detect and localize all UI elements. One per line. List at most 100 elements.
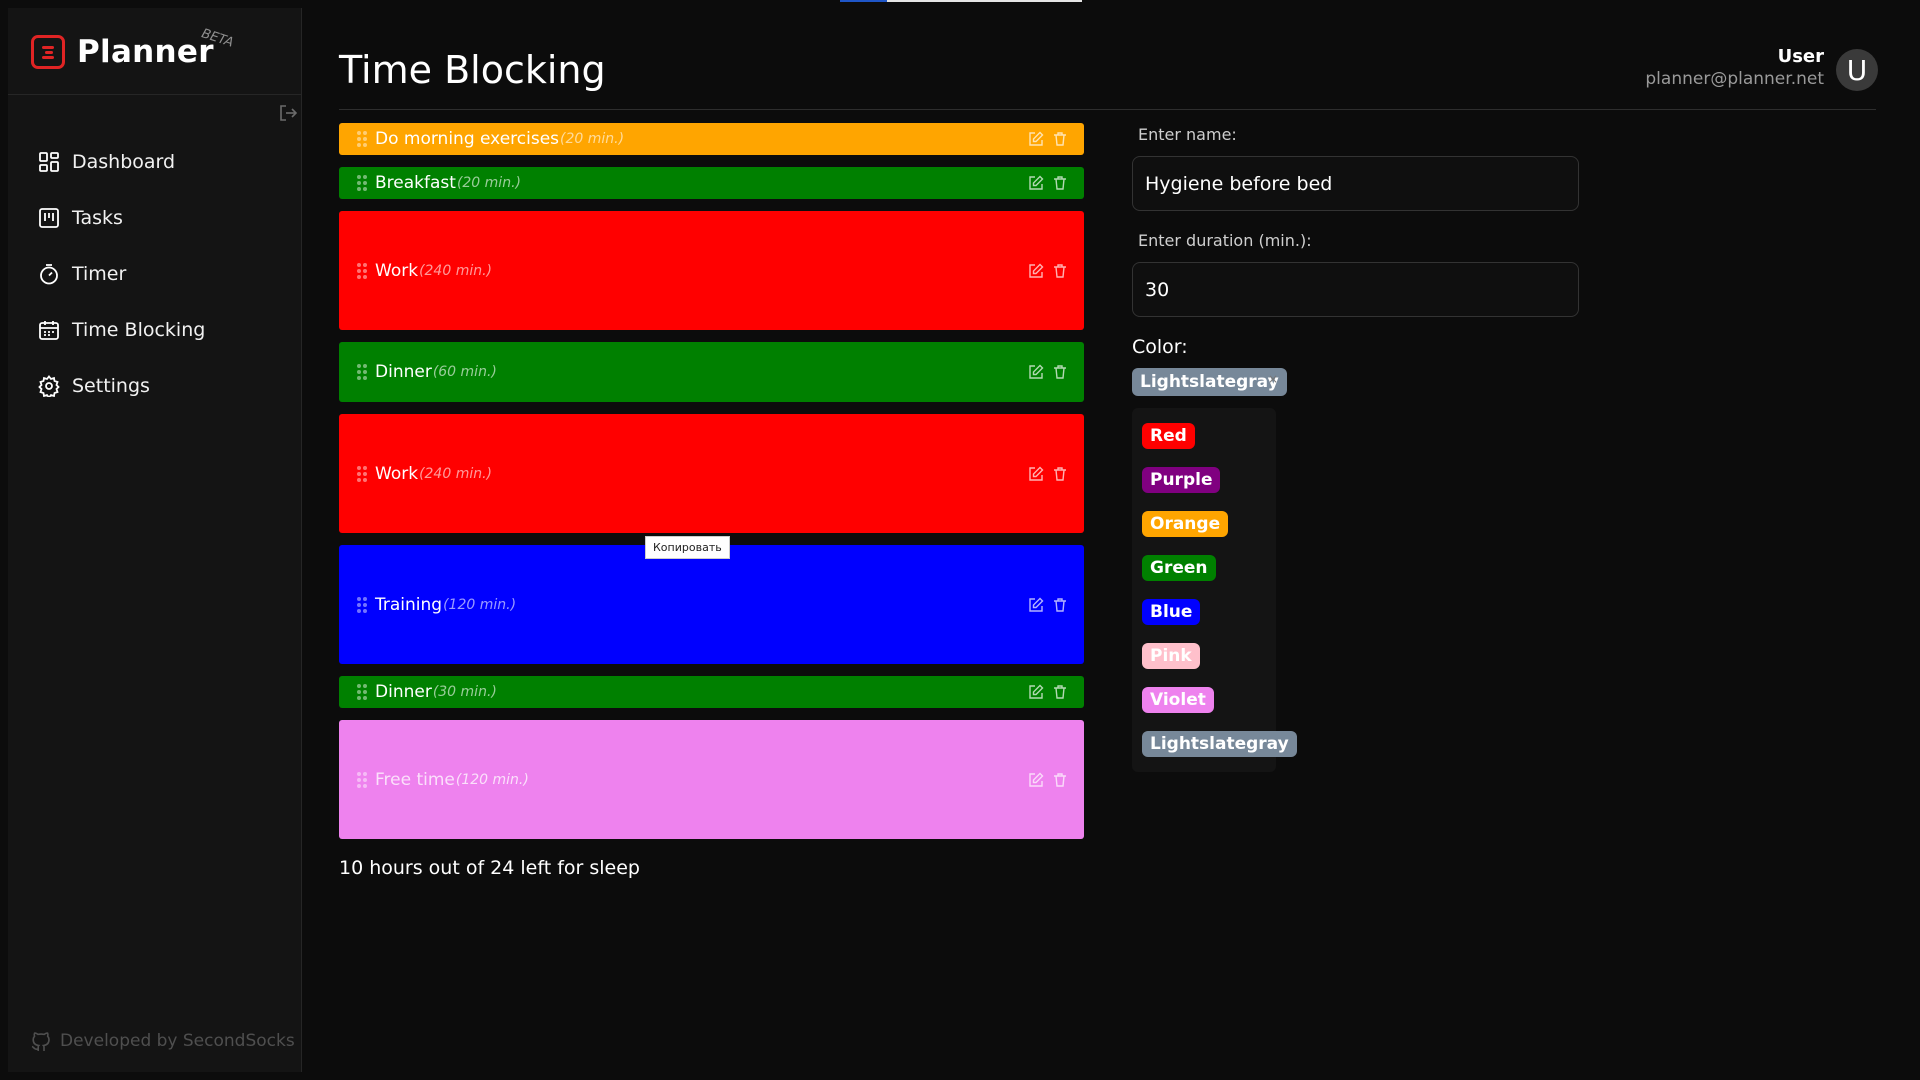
- block-name: Do morning exercises: [375, 129, 560, 149]
- loading-progress-fill: [840, 0, 887, 2]
- app-name: Planner: [77, 34, 214, 70]
- clear-color-icon[interactable]: ×: [1268, 372, 1278, 386]
- time-block[interactable]: Work (240 min.): [339, 211, 1084, 330]
- user-info: User planner@planner.net: [1645, 46, 1824, 89]
- drag-handle-icon[interactable]: [357, 771, 367, 788]
- sidebar-item-label: Timer: [72, 263, 127, 285]
- edit-icon[interactable]: [1028, 466, 1044, 482]
- sidebar-item-label: Settings: [72, 375, 150, 397]
- name-label: Enter name:: [1138, 125, 1237, 144]
- color-option-orange[interactable]: Orange: [1142, 511, 1229, 537]
- edit-icon[interactable]: [1028, 131, 1044, 147]
- color-option-purple[interactable]: Purple: [1142, 467, 1221, 493]
- block-name: Work: [375, 260, 419, 281]
- block-name: Breakfast: [375, 173, 456, 193]
- sidebar-item-time-blocking[interactable]: Time Blocking: [38, 302, 205, 358]
- page-title: Time Blocking: [339, 48, 606, 92]
- github-icon: [31, 1032, 50, 1051]
- header-divider: [339, 109, 1876, 110]
- sidebar-nav: Dashboard Tasks Timer Time Blocking Sett…: [38, 134, 205, 414]
- user-email: planner@planner.net: [1645, 69, 1824, 89]
- color-option-green[interactable]: Green: [1142, 555, 1216, 581]
- block-duration: (20 min.): [560, 131, 625, 147]
- block-duration: (240 min.): [419, 465, 493, 482]
- logo[interactable]: Planner BETA: [31, 26, 235, 70]
- drag-handle-icon[interactable]: [357, 596, 367, 613]
- sidebar-item-timer[interactable]: Timer: [38, 246, 205, 302]
- time-block[interactable]: Dinner (60 min.): [339, 342, 1084, 402]
- name-input[interactable]: [1132, 156, 1579, 211]
- edit-icon[interactable]: [1028, 364, 1044, 380]
- kanban-icon: [39, 208, 59, 228]
- trash-icon[interactable]: [1052, 364, 1068, 380]
- edit-icon[interactable]: [1028, 684, 1044, 700]
- drag-handle-icon[interactable]: [357, 465, 367, 482]
- trash-icon[interactable]: [1052, 597, 1068, 613]
- time-block[interactable]: Breakfast (20 min.): [339, 167, 1084, 199]
- block-duration: (120 min.): [455, 771, 529, 788]
- trash-icon[interactable]: [1052, 466, 1068, 482]
- calendar-icon: [39, 321, 59, 340]
- trash-icon[interactable]: [1052, 263, 1068, 279]
- block-name: Free time: [375, 769, 455, 790]
- drag-handle-icon[interactable]: [357, 364, 367, 380]
- copy-tooltip: Копировать: [645, 536, 730, 559]
- color-option-lightslategray[interactable]: Lightslategray: [1142, 731, 1297, 757]
- trash-icon[interactable]: [1052, 772, 1068, 788]
- block-duration: (20 min.): [456, 175, 521, 191]
- duration-input[interactable]: [1132, 262, 1579, 317]
- stopwatch-icon: [40, 264, 58, 285]
- block-duration: (30 min.): [432, 684, 497, 700]
- sidebar: Planner BETA Dashboard Tasks Timer Time …: [8, 8, 302, 1072]
- dashboard-icon: [39, 152, 59, 172]
- footer-text: Developed by SecondSocks: [60, 1031, 295, 1051]
- sidebar-divider: [8, 94, 302, 95]
- edit-icon[interactable]: [1028, 175, 1044, 191]
- time-block[interactable]: Work (240 min.): [339, 414, 1084, 533]
- time-block[interactable]: Free time (120 min.): [339, 720, 1084, 839]
- color-option-red[interactable]: Red: [1142, 423, 1195, 449]
- color-option-violet[interactable]: Violet: [1142, 687, 1214, 713]
- trash-icon[interactable]: [1052, 131, 1068, 147]
- gear-icon: [38, 375, 60, 397]
- drag-handle-icon[interactable]: [357, 175, 367, 191]
- edit-icon[interactable]: [1028, 263, 1044, 279]
- edit-icon[interactable]: [1028, 772, 1044, 788]
- sidebar-item-label: Tasks: [72, 207, 123, 229]
- sidebar-item-settings[interactable]: Settings: [38, 358, 205, 414]
- drag-handle-icon[interactable]: [357, 684, 367, 700]
- color-label: Color:: [1132, 336, 1188, 358]
- block-duration: (60 min.): [432, 364, 497, 380]
- logout-icon[interactable]: [278, 104, 298, 122]
- block-name: Work: [375, 463, 419, 484]
- time-block[interactable]: Dinner (30 min.): [339, 676, 1084, 708]
- sleep-summary: 10 hours out of 24 left for sleep: [339, 857, 640, 879]
- trash-icon[interactable]: [1052, 684, 1068, 700]
- developer-credit[interactable]: Developed by SecondSocks: [30, 1030, 295, 1052]
- time-block[interactable]: Do morning exercises (20 min.): [339, 123, 1084, 155]
- color-options-list: Red Purple Orange Green Blue Pink Violet…: [1132, 408, 1297, 772]
- sidebar-item-label: Time Blocking: [72, 319, 206, 341]
- edit-icon[interactable]: [1028, 597, 1044, 613]
- selected-color-chip[interactable]: Lightslategray: [1132, 368, 1287, 396]
- loading-progress-bar: [840, 0, 1082, 2]
- time-block-form: Enter name: Enter duration (min.): Color…: [1132, 125, 1579, 772]
- drag-handle-icon[interactable]: [357, 131, 367, 147]
- block-name: Training: [375, 594, 443, 615]
- block-name: Dinner: [375, 682, 432, 702]
- duration-label: Enter duration (min.):: [1138, 231, 1312, 250]
- time-block[interactable]: Training (120 min.): [339, 545, 1084, 664]
- avatar[interactable]: U: [1836, 49, 1878, 91]
- sidebar-item-tasks[interactable]: Tasks: [38, 190, 205, 246]
- color-option-blue[interactable]: Blue: [1142, 599, 1201, 625]
- trash-icon[interactable]: [1052, 175, 1068, 191]
- sidebar-item-label: Dashboard: [72, 151, 176, 173]
- drag-handle-icon[interactable]: [357, 262, 367, 279]
- sidebar-item-dashboard[interactable]: Dashboard: [38, 134, 205, 190]
- planner-logo-icon: [31, 35, 65, 69]
- time-blocks-list: Do morning exercises (20 min.) Breakfast(…: [339, 123, 1084, 851]
- block-name: Dinner: [375, 362, 432, 382]
- color-option-pink[interactable]: Pink: [1142, 643, 1200, 669]
- block-duration: (240 min.): [419, 262, 493, 279]
- block-duration: (120 min.): [443, 596, 517, 613]
